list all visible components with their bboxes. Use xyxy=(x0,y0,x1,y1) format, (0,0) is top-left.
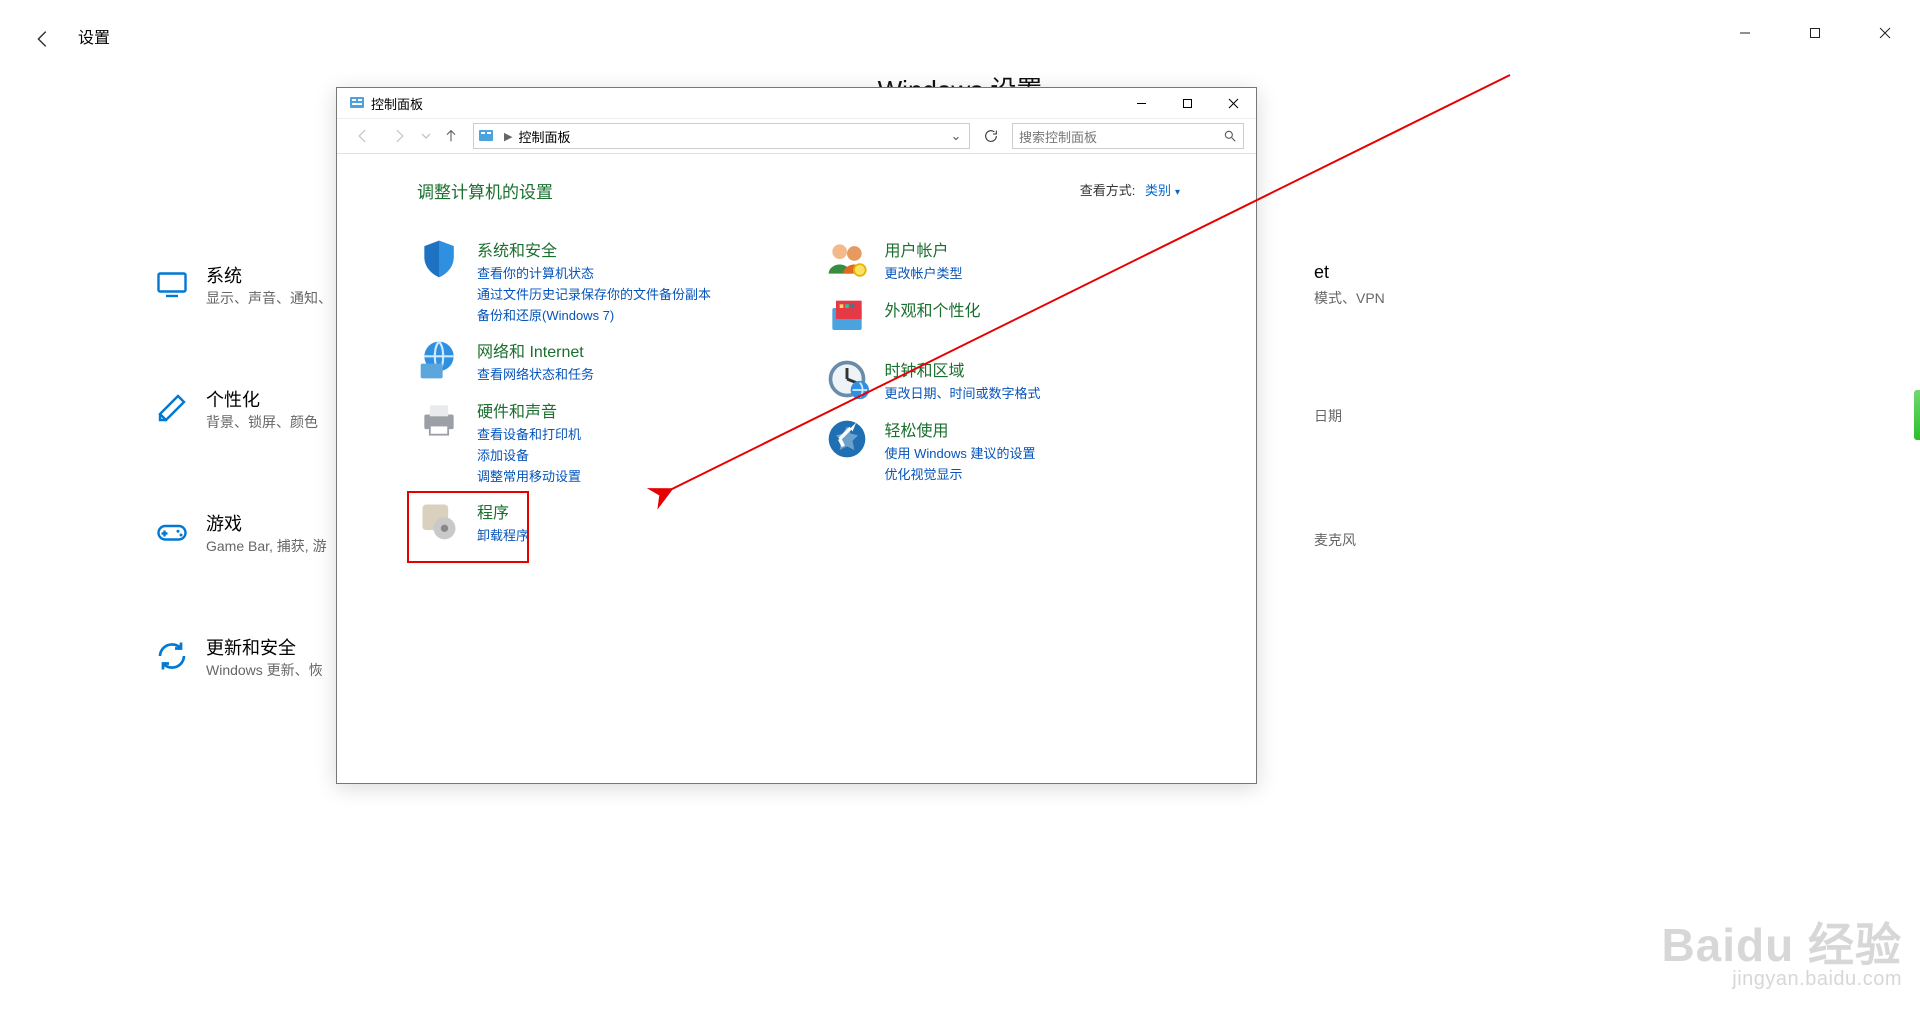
cp-item-clock: 时钟和区域 更改日期、时间或数字格式 xyxy=(825,357,1197,403)
settings-cat-title: 个性化 xyxy=(206,386,260,412)
printer-icon xyxy=(417,398,463,444)
programs-icon xyxy=(417,499,463,545)
nav-history-dropdown[interactable] xyxy=(421,131,431,141)
page-scroll-indicator xyxy=(1914,390,1920,440)
search-placeholder: 搜索控制面板 xyxy=(1019,127,1223,146)
settings-cat-desc: 显示、声音、通知、 xyxy=(206,288,332,308)
cp-close-button[interactable] xyxy=(1210,88,1256,118)
settings-minimize-button[interactable] xyxy=(1722,18,1768,48)
nav-up-button[interactable] xyxy=(439,124,463,148)
globe-icon xyxy=(417,338,463,384)
cp-link[interactable]: 备份和还原(Windows 7) xyxy=(477,305,711,324)
cp-link[interactable]: 卸载程序 xyxy=(477,525,529,544)
cp-cat-title[interactable]: 时钟和区域 xyxy=(885,357,1041,381)
settings-window-title: 设置 xyxy=(78,24,110,48)
cp-item-network: 网络和 Internet 查看网络状态和任务 xyxy=(417,338,789,384)
control-panel-window: 控制面板 ▶ 控制面板 ⌄ 搜索控制面板 调整计算机的设置 查 xyxy=(336,87,1257,784)
cp-maximize-button[interactable] xyxy=(1164,88,1210,118)
control-panel-icon xyxy=(349,95,365,111)
cp-minimize-button[interactable] xyxy=(1118,88,1164,118)
nav-back-button[interactable] xyxy=(349,122,377,150)
chevron-right-icon: ▶ xyxy=(504,130,512,143)
cp-link[interactable]: 调整常用移动设置 xyxy=(477,466,581,485)
cp-link[interactable]: 查看你的计算机状态 xyxy=(477,263,711,282)
watermark: Baidu 经验 jingyan.baidu.com xyxy=(1661,921,1902,990)
refresh-button[interactable] xyxy=(978,123,1004,149)
cp-item-appearance: 外观和个性化 xyxy=(825,297,1197,343)
ease-of-access-icon xyxy=(825,417,871,463)
cp-viewby: 查看方式: 类别▾ xyxy=(1080,180,1180,199)
cp-link[interactable]: 更改日期、时间或数字格式 xyxy=(885,383,1041,402)
settings-close-button[interactable] xyxy=(1862,18,1908,48)
cp-link[interactable]: 查看设备和打印机 xyxy=(477,424,581,443)
cp-link[interactable]: 通过文件历史记录保存你的文件备份副本 xyxy=(477,284,711,303)
cp-link[interactable]: 添加设备 xyxy=(477,445,581,464)
clock-icon xyxy=(825,357,871,403)
settings-cat-desc: Windows 更新、恢 xyxy=(206,660,323,680)
cp-item-programs: 程序 卸载程序 xyxy=(417,499,789,545)
cp-item-ease: 轻松使用 使用 Windows 建议的设置 优化视觉显示 xyxy=(825,417,1197,483)
watermark-line2: jingyan.baidu.com xyxy=(1661,969,1902,990)
cp-item-users: 用户帐户 更改帐户类型 xyxy=(825,237,1197,283)
cp-cat-title[interactable]: 程序 xyxy=(477,499,529,523)
watermark-line1: Baidu 经验 xyxy=(1661,921,1902,969)
viewby-dropdown[interactable]: 类别▾ xyxy=(1145,183,1180,198)
cp-item-system-security: 系统和安全 查看你的计算机状态 通过文件历史记录保存你的文件备份副本 备份和还原… xyxy=(417,237,789,324)
brush-icon xyxy=(150,386,194,430)
cp-item-hardware: 硬件和声音 查看设备和打印机 添加设备 调整常用移动设置 xyxy=(417,398,789,485)
frag-line: 麦克风 xyxy=(1314,530,1356,550)
cp-link[interactable]: 使用 Windows 建议的设置 xyxy=(885,443,1036,462)
settings-cat-desc: 背景、锁屏、颜色 xyxy=(206,412,318,432)
cp-cat-title[interactable]: 外观和个性化 xyxy=(885,297,981,321)
search-icon xyxy=(1223,129,1237,143)
cp-search-input[interactable]: 搜索控制面板 xyxy=(1012,123,1244,149)
back-arrow-icon[interactable] xyxy=(32,28,54,50)
control-panel-icon xyxy=(478,128,494,144)
settings-cat-title: 游戏 xyxy=(206,510,242,536)
shield-icon xyxy=(417,237,463,283)
frag-line: et xyxy=(1314,262,1329,283)
sync-icon xyxy=(150,634,194,678)
cp-link[interactable]: 更改帐户类型 xyxy=(885,263,963,282)
cp-cat-title[interactable]: 系统和安全 xyxy=(477,237,711,261)
cp-link[interactable]: 优化视觉显示 xyxy=(885,464,1036,483)
viewby-label: 查看方式: xyxy=(1080,183,1136,198)
settings-maximize-button[interactable] xyxy=(1792,18,1838,48)
address-dropdown-icon[interactable]: ⌄ xyxy=(947,128,965,144)
settings-cat-title: 系统 xyxy=(206,262,242,288)
appearance-icon xyxy=(825,297,871,343)
cp-window-title: 控制面板 xyxy=(371,94,423,113)
cp-cat-title[interactable]: 网络和 Internet xyxy=(477,338,594,362)
gamepad-icon xyxy=(150,510,194,554)
address-bar[interactable]: ▶ 控制面板 ⌄ xyxy=(473,123,970,149)
display-icon xyxy=(150,262,194,306)
frag-line: 模式、VPN xyxy=(1314,288,1385,308)
users-icon xyxy=(825,237,871,283)
frag-line: 日期 xyxy=(1314,406,1342,426)
cp-cat-title[interactable]: 轻松使用 xyxy=(885,417,1036,441)
cp-cat-title[interactable]: 用户帐户 xyxy=(885,237,963,261)
cp-link[interactable]: 查看网络状态和任务 xyxy=(477,364,594,383)
settings-cat-title: 更新和安全 xyxy=(206,634,296,660)
nav-forward-button[interactable] xyxy=(385,122,413,150)
settings-cat-desc: Game Bar, 捕获, 游 xyxy=(206,536,327,556)
cp-cat-title[interactable]: 硬件和声音 xyxy=(477,398,581,422)
breadcrumb-item[interactable]: 控制面板 xyxy=(518,127,570,146)
